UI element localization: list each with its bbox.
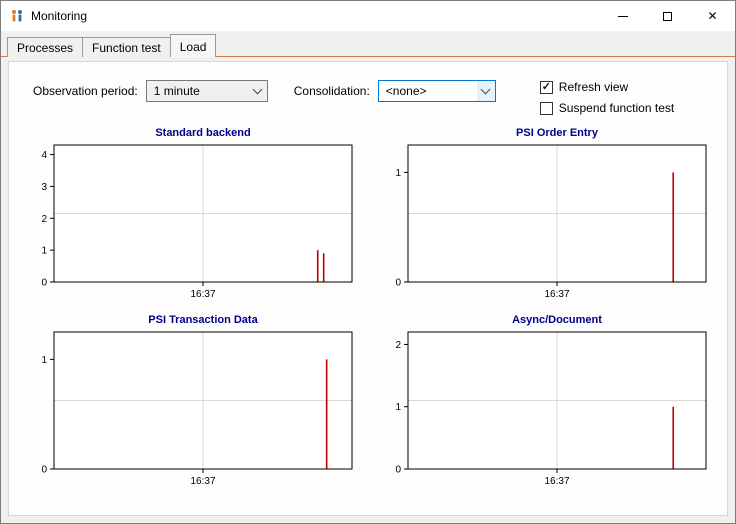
- checkbox-group: ✓ Refresh view ✓ Suspend function test: [540, 80, 674, 115]
- svg-text:16:37: 16:37: [190, 289, 215, 300]
- chart-title: PSI Order Entry: [375, 127, 715, 139]
- refresh-view-label: Refresh view: [559, 80, 628, 94]
- chart-title: Async/Document: [375, 314, 715, 326]
- app-icon: [9, 8, 25, 24]
- svg-text:0: 0: [395, 278, 401, 289]
- consolidation-label: Consolidation:: [294, 84, 370, 98]
- titlebar: Monitoring ✕: [1, 1, 735, 31]
- chart-psi-order-entry: PSI Order Entry 0 1 16:37: [375, 127, 715, 304]
- dropdown-arrow-zone: [477, 81, 495, 101]
- chart-plot: 0 1 2 16:37: [375, 327, 715, 491]
- maximize-icon: [663, 12, 672, 21]
- checkbox-icon: ✓: [540, 81, 553, 94]
- svg-text:1: 1: [41, 355, 47, 366]
- suspend-function-test-checkbox[interactable]: ✓ Suspend function test: [540, 101, 674, 115]
- chevron-down-icon: [253, 84, 263, 94]
- svg-text:0: 0: [41, 465, 47, 476]
- checkbox-icon: ✓: [540, 102, 553, 115]
- chart-async-document: Async/Document 0 1 2 16:37: [375, 314, 715, 491]
- tab-processes[interactable]: Processes: [7, 37, 83, 57]
- svg-text:0: 0: [395, 465, 401, 476]
- window-title: Monitoring: [31, 9, 600, 23]
- consolidation-select[interactable]: <none>: [378, 80, 496, 102]
- chart-standard-backend: Standard backend 0 1 2 3 4 16:37: [21, 127, 361, 304]
- chart-title: Standard backend: [21, 127, 361, 139]
- chart-title: PSI Transaction Data: [21, 314, 361, 326]
- consolidation-group: Consolidation: <none>: [294, 80, 496, 102]
- observation-period-select[interactable]: 1 minute: [146, 80, 268, 102]
- svg-text:2: 2: [41, 214, 47, 225]
- close-button[interactable]: ✕: [690, 2, 735, 31]
- chart-plot: 0 1 16:37: [375, 140, 715, 304]
- chart-psi-transaction-data: PSI Transaction Data 0 1 16:37: [21, 314, 361, 491]
- observation-period-group: Observation period: 1 minute: [33, 80, 268, 102]
- svg-text:4: 4: [41, 150, 47, 161]
- observation-period-label: Observation period:: [33, 84, 138, 98]
- minimize-icon: [618, 16, 628, 17]
- controls-row: Observation period: 1 minute Consolidati…: [9, 62, 727, 119]
- tab-function-test[interactable]: Function test: [82, 37, 171, 57]
- tab-strip: Processes Function test Load: [1, 31, 735, 57]
- dropdown-arrow-zone: [249, 81, 267, 101]
- svg-text:16:37: 16:37: [190, 476, 215, 487]
- load-tab-panel: Observation period: 1 minute Consolidati…: [8, 61, 728, 516]
- svg-text:1: 1: [395, 402, 401, 413]
- charts-grid: Standard backend 0 1 2 3 4 16:37 PSI Order En…: [9, 119, 727, 491]
- svg-text:1: 1: [41, 246, 47, 257]
- svg-text:2: 2: [395, 340, 401, 351]
- consolidation-value: <none>: [386, 84, 477, 98]
- suspend-function-test-label: Suspend function test: [559, 101, 674, 115]
- observation-period-value: 1 minute: [154, 84, 249, 98]
- close-icon: ✕: [707, 9, 717, 23]
- svg-text:0: 0: [41, 278, 47, 289]
- tab-load[interactable]: Load: [170, 34, 217, 57]
- refresh-view-checkbox[interactable]: ✓ Refresh view: [540, 80, 674, 94]
- minimize-button[interactable]: [600, 2, 645, 31]
- checkmark-icon: ✓: [542, 82, 551, 93]
- chevron-down-icon: [481, 84, 491, 94]
- svg-text:3: 3: [41, 182, 47, 193]
- chart-plot: 0 1 16:37: [21, 327, 361, 491]
- maximize-button[interactable]: [645, 2, 690, 31]
- svg-text:16:37: 16:37: [544, 476, 569, 487]
- chart-plot: 0 1 2 3 4 16:37: [21, 140, 361, 304]
- svg-text:1: 1: [395, 168, 401, 179]
- svg-text:16:37: 16:37: [544, 289, 569, 300]
- monitoring-window: Monitoring ✕ Processes Function test Loa…: [0, 0, 736, 524]
